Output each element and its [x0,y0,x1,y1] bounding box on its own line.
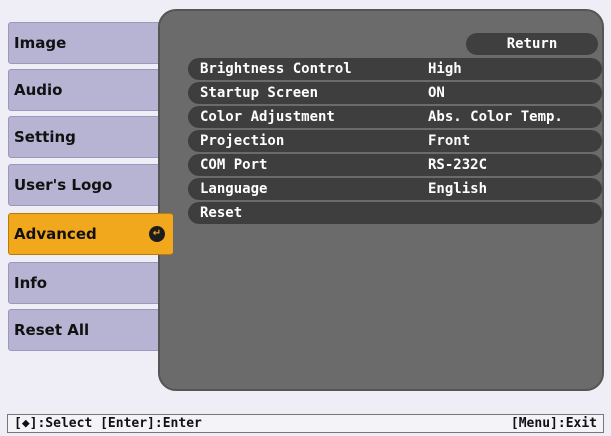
setting-label: Brightness Control [200,61,352,77]
setting-label: COM Port [200,157,268,173]
menu-item-image[interactable]: Image [8,22,173,64]
menu-item-setting[interactable]: Setting [8,116,173,158]
setting-row-startup-screen[interactable]: Startup Screen ON [188,82,602,104]
setting-value: Abs. Color Temp. [428,109,563,125]
setting-row-language[interactable]: Language English [188,178,602,200]
setting-label: Reset [200,205,243,221]
menu-item-label: Setting [14,128,76,146]
return-button-label: Return [506,36,558,52]
setting-value: ON [428,85,445,101]
menu-item-label: Image [14,34,67,52]
setting-row-brightness-control[interactable]: Brightness Control High [188,58,602,80]
setting-row-com-port[interactable]: COM Port RS-232C [188,154,602,176]
setting-label: Startup Screen [200,85,319,101]
setting-value: Front [428,133,471,149]
setting-value: RS-232C [428,157,488,173]
menu-item-label: Audio [14,81,63,99]
menu-item-label: User's Logo [14,176,113,194]
menu-item-label: Info [14,274,48,292]
menu-item-users-logo[interactable]: User's Logo [8,164,173,206]
settings-list: Brightness Control High Startup Screen O… [188,58,602,226]
help-bar: [◆]:Select [Enter]:Enter [Menu]:Exit [7,414,604,433]
setting-label: Color Adjustment [200,109,335,125]
advanced-submenu-panel: Return Brightness Control High Startup S… [158,9,604,391]
menu-item-label: Reset All [14,321,90,339]
help-select-enter: ]:Select [Enter]:Enter [29,416,202,431]
setting-label: Projection [200,133,285,149]
menu-item-reset-all[interactable]: Reset All [8,309,173,351]
menu-item-advanced[interactable]: Advanced ↵ [8,213,173,255]
setting-value: English [428,181,488,197]
setting-row-projection[interactable]: Projection Front [188,130,602,152]
setting-value: High [428,61,462,77]
help-text-right: [Menu]:Exit [510,416,597,431]
setting-label: Language [200,181,268,197]
help-text-left: [◆]:Select [Enter]:Enter [14,416,202,431]
select-arrows-icon: ◆ [21,416,30,431]
setting-row-color-adjustment[interactable]: Color Adjustment Abs. Color Temp. [188,106,602,128]
menu-item-info[interactable]: Info [8,262,173,304]
return-button[interactable]: Return [466,33,598,55]
help-bracket: [ [14,416,22,431]
menu-item-label: Advanced [14,225,97,243]
projector-menu-screen: Image Audio Setting User's Logo Advanced… [0,0,611,436]
enter-icon: ↵ [149,226,165,242]
setting-row-reset[interactable]: Reset [188,202,602,224]
menu-item-audio[interactable]: Audio [8,69,173,111]
